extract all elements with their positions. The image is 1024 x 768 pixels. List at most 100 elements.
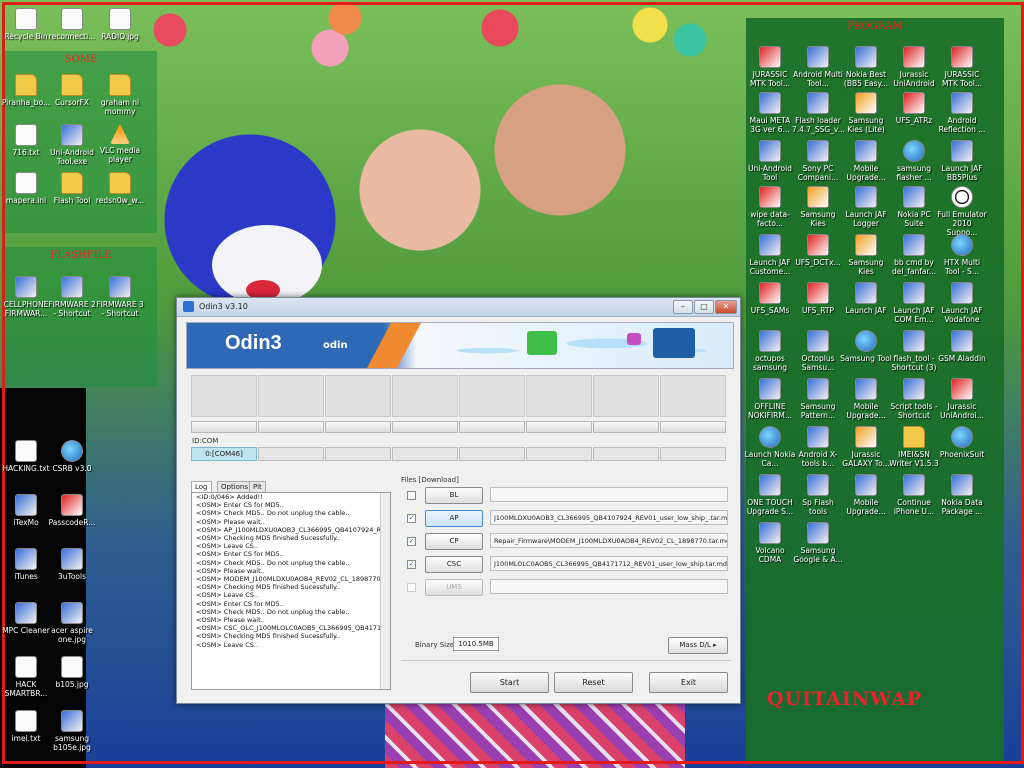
reset-button[interactable]: Reset — [554, 672, 633, 693]
desktop-icon[interactable]: HTX Multi Tool - S... — [936, 234, 988, 276]
ap-file-button[interactable]: AP — [425, 510, 483, 527]
maximize-button[interactable]: □ — [694, 300, 714, 314]
desktop-icon[interactable]: Nokia PC Suite — [888, 186, 940, 228]
desktop-icon[interactable]: Launch JAF Logger — [840, 186, 892, 228]
desktop-icon[interactable]: IMEI&SN Writer V1.5.3 — [888, 426, 940, 468]
desktop-icon[interactable]: Android X-tools b... — [792, 426, 844, 468]
desktop-icon[interactable]: HACKING.txt — [0, 440, 52, 473]
desktop-icon[interactable]: MPC Cleaner — [0, 602, 52, 635]
desktop-icon[interactable]: samsung b105e.jpg — [46, 710, 98, 752]
desktop-icon[interactable]: 716.txt — [0, 124, 52, 157]
tab-pit[interactable]: Pit — [249, 481, 266, 492]
desktop-icon[interactable]: samsung flasher ... — [888, 140, 940, 182]
desktop-icon[interactable]: acer aspire one.jpg — [46, 602, 98, 644]
desktop-icon[interactable]: Samsung Pattern... — [792, 378, 844, 420]
desktop-icon[interactable]: JURASSIC MTK Tool... — [744, 46, 796, 88]
desktop-icon[interactable]: HACK SMARTBR... — [0, 656, 52, 698]
desktop-icon[interactable]: Launch JAF BB5Plus — [936, 140, 988, 182]
desktop-icon[interactable]: Nokia Data Package ... — [936, 474, 988, 516]
desktop-icon[interactable]: bb cmd by del_fanfar... — [888, 234, 940, 276]
desktop-icon[interactable]: Script tools - Shortcut — [888, 378, 940, 420]
desktop-icon[interactable]: UFS_SAMs — [744, 282, 796, 315]
desktop-icon[interactable]: UFS_RTP — [792, 282, 844, 315]
start-button[interactable]: Start — [470, 672, 549, 693]
desktop-icon[interactable]: redsn0w_w... — [94, 172, 146, 205]
ums-file-path[interactable] — [490, 579, 728, 594]
desktop-icon[interactable]: CSRB v3.0 — [46, 440, 98, 473]
desktop-icon[interactable]: PasscodeR... — [46, 494, 98, 527]
desktop-icon[interactable]: Continue iPhone U... — [888, 474, 940, 516]
desktop-icon[interactable]: iTunes — [0, 548, 52, 581]
desktop-icon[interactable]: Jurassic GALAXY To... — [840, 426, 892, 468]
desktop-icon[interactable]: octupos samsung — [744, 330, 796, 372]
desktop-icon[interactable]: Jurassic UniAndroi... — [936, 378, 988, 420]
desktop-icon[interactable]: Samsung Kies (Lite) — [840, 92, 892, 134]
desktop-icon[interactable]: Android Multi Tool... — [792, 46, 844, 88]
bl-checkbox[interactable] — [407, 491, 416, 500]
mass-dl-button[interactable]: Mass D/L ▸ — [668, 637, 728, 654]
cp-checkbox[interactable]: ✓ — [407, 537, 416, 546]
desktop-icon[interactable]: FIRMWARE 3 - Shortcut — [94, 276, 146, 318]
desktop-icon[interactable]: JURASSIC MTK Tool... — [936, 46, 988, 88]
desktop-icon[interactable]: Sp Flash tools — [792, 474, 844, 516]
desktop-icon[interactable]: FIRMWARE 2 - Shortcut — [46, 276, 98, 318]
desktop-icon[interactable]: imei.txt — [0, 710, 52, 743]
desktop-icon[interactable]: reconnecti... — [46, 8, 98, 41]
desktop-icon[interactable]: b105.jpg — [46, 656, 98, 689]
desktop-icon[interactable]: Jurassic UniAndroid — [888, 46, 940, 88]
desktop-icon[interactable]: Android Reflection ... — [936, 92, 988, 134]
desktop-icon[interactable]: Launch JAF — [840, 282, 892, 315]
log-scrollbar[interactable] — [380, 493, 390, 689]
desktop-icon[interactable]: mapera.ini — [0, 172, 52, 205]
odin-window[interactable]: Odin3 v3.10 – □ ✕ Odin3 odin ID:COM 0:[C… — [176, 297, 741, 704]
desktop-icon[interactable]: Launch JAF COM Em... — [888, 282, 940, 324]
desktop-icon[interactable]: 3uTools — [46, 548, 98, 581]
desktop-icon[interactable]: Launch JAF Vodafone — [936, 282, 988, 324]
desktop-icon[interactable]: Launch Nokia Ca... — [744, 426, 796, 468]
desktop-icon[interactable]: Flash loader 7.4.7_SSG_v... — [792, 92, 845, 134]
desktop-icon[interactable]: Samsung Kies — [840, 234, 892, 276]
desktop-icon[interactable]: RADIO.jpg — [94, 8, 146, 41]
ums-checkbox[interactable] — [407, 583, 416, 592]
csc-file-button[interactable]: CSC — [425, 556, 483, 573]
minimize-button[interactable]: – — [673, 300, 693, 314]
desktop-icon[interactable]: Samsung Google & A... — [792, 522, 844, 564]
desktop-icon[interactable]: ONE TOUCH Upgrade S... — [744, 474, 796, 516]
desktop-icon[interactable]: Volcano CDMA — [744, 522, 796, 564]
bl-file-button[interactable]: BL — [425, 487, 483, 504]
desktop-icon[interactable]: UFS_ATRz — [888, 92, 940, 125]
desktop-icon[interactable]: Samsung Kies — [792, 186, 844, 228]
csc-checkbox[interactable]: ✓ — [407, 560, 416, 569]
close-button[interactable]: ✕ — [715, 300, 737, 314]
desktop-icon[interactable]: Piranha_bo... — [0, 74, 52, 107]
cp-file-button[interactable]: CP — [425, 533, 483, 550]
odin-titlebar[interactable]: Odin3 v3.10 – □ ✕ — [177, 298, 740, 317]
desktop-icon[interactable]: Mobile Upgrade... — [840, 474, 892, 516]
desktop-icon[interactable]: iTexMo — [0, 494, 52, 527]
desktop-icon[interactable]: Mobile Upgrade... — [840, 140, 892, 182]
desktop-icon[interactable]: Maui META 3G ver 6... — [744, 92, 796, 134]
ums-file-button[interactable]: UMS — [425, 579, 483, 596]
csc-file-path[interactable]: J100MLOLC0AOB5_CL366995_QB4171712_REV01_… — [490, 556, 728, 571]
ap-file-path[interactable]: J100MLDXU0AOB3_CL366995_QB4107924_REV01_… — [490, 510, 728, 525]
desktop-icon[interactable]: PhoenixSuit — [936, 426, 988, 459]
desktop-icon[interactable]: Uni-Android Tool — [744, 140, 796, 182]
desktop-icon[interactable]: Mobile Upgrade... — [840, 378, 892, 420]
exit-button[interactable]: Exit — [649, 672, 728, 693]
desktop-icon[interactable]: Flash Tool — [46, 172, 98, 205]
desktop-icon[interactable]: Nokia Best (BB5 Easy... — [840, 46, 892, 88]
desktop-icon[interactable]: Octoplus Samsu... — [792, 330, 844, 372]
desktop-icon[interactable]: flash_tool - Shortcut (3) — [888, 330, 940, 372]
desktop-icon[interactable]: OFFLINE NOKIFIRM... — [744, 378, 796, 420]
desktop-icon[interactable]: Recycle Bin — [0, 8, 52, 41]
desktop-icon[interactable]: Uni-Android Tool.exe — [46, 124, 98, 166]
desktop-icon[interactable]: UFS_DCTx... — [792, 234, 844, 267]
desktop-icon[interactable]: Full Emulator 2010 Suppo... — [936, 186, 988, 237]
desktop-icon[interactable]: graham ni mommy — [94, 74, 146, 116]
desktop-icon[interactable]: VLC media player — [94, 124, 146, 164]
desktop-icon[interactable]: Sony PC Compani... — [792, 140, 844, 182]
cp-file-path[interactable]: Repair_Firmware\MODEM_J100MLDXU0AOB4_REV… — [490, 533, 728, 548]
desktop-icon[interactable]: Samsung Tool — [840, 330, 892, 363]
bl-file-path[interactable] — [490, 487, 728, 502]
ap-checkbox[interactable]: ✓ — [407, 514, 416, 523]
